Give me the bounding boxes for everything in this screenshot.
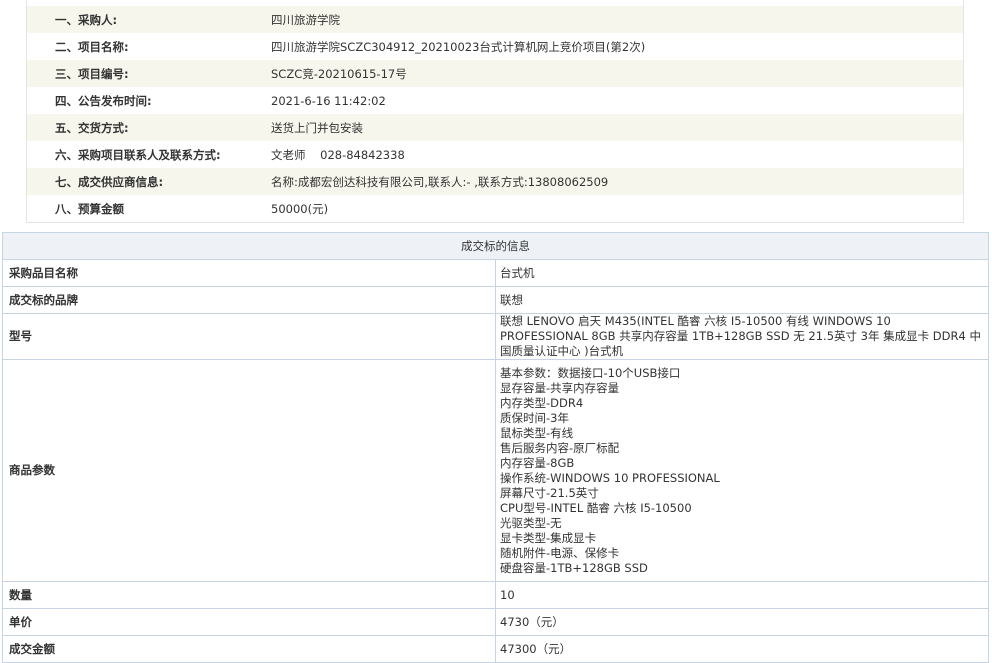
item-name-label: 采购品目名称 (2, 259, 496, 287)
announcement-info-block: 一、采购人: 四川旅游学院 二、项目名称: 四川旅游学院SCZC304912_2… (26, 0, 964, 223)
info-label: 五、交货方式: (55, 120, 129, 135)
param-line: 内存容量-8GB (500, 455, 575, 470)
param-line: 基本参数：数据接口-10个USB接口 (500, 365, 681, 380)
quantity-value: 10 (495, 581, 989, 609)
param-line: 光驱类型-无 (500, 515, 562, 530)
model-label: 型号 (2, 313, 496, 360)
info-value: 文老师 028-84842338 (271, 147, 405, 162)
unit-price-label: 单价 (2, 608, 496, 636)
table-row-total: 成交金额 47300（元） (2, 635, 989, 663)
param-line: 内存类型-DDR4 (500, 395, 584, 410)
info-value: 四川旅游学院SCZC304912_20210023台式计算机网上竞价项目(第2次… (271, 39, 646, 54)
param-line: CPU型号-INTEL 酷睿 六核 I5-10500 (500, 500, 692, 515)
table-row-params: 商品参数 基本参数：数据接口-10个USB接口 显存容量-共享内存容量 内存类型… (2, 359, 989, 582)
info-label: 三、项目编号: (55, 66, 129, 81)
total-amount-label: 成交金额 (2, 635, 496, 663)
table-caption: 成交标的信息 (2, 232, 989, 260)
table-row-unit-price: 单价 4730（元） (2, 608, 989, 636)
info-label: 四、公告发布时间: (55, 93, 152, 108)
model-value: 联想 LENOVO 启天 M435(INTEL 酷睿 六核 I5-10500 有… (495, 313, 989, 360)
table-row-quantity: 数量 10 (2, 581, 989, 609)
info-row-delivery-method: 五、交货方式: 送货上门并包安装 (27, 114, 963, 141)
brand-value: 联想 (495, 286, 989, 314)
param-line: 鼠标类型-有线 (500, 425, 574, 440)
info-row-purchaser: 一、采购人: 四川旅游学院 (27, 6, 963, 33)
info-value: 送货上门并包安装 (271, 120, 363, 135)
param-line: 显卡类型-集成显卡 (500, 530, 597, 545)
param-line: 显存容量-共享内存容量 (500, 380, 620, 395)
table-caption-row: 成交标的信息 (2, 232, 989, 260)
info-row-publish-time: 四、公告发布时间: 2021-6-16 11:42:02 (27, 87, 963, 114)
param-line: 质保时间-3年 (500, 410, 569, 425)
item-name-value: 台式机 (495, 259, 989, 287)
info-row-budget: 八、预算金额 50000(元) (27, 195, 963, 222)
info-value: 名称:成都宏创达科技有限公司,联系人:- ,联系方式:13808062509 (271, 174, 609, 189)
info-label: 一、采购人: (55, 12, 118, 27)
info-row-supplier: 七、成交供应商信息: 名称:成都宏创达科技有限公司,联系人:- ,联系方式:13… (27, 168, 963, 195)
table-row-model: 型号 联想 LENOVO 启天 M435(INTEL 酷睿 六核 I5-1050… (2, 313, 989, 360)
params-value: 基本参数：数据接口-10个USB接口 显存容量-共享内存容量 内存类型-DDR4… (495, 359, 989, 582)
info-label: 七、成交供应商信息: (55, 174, 164, 189)
info-label: 八、预算金额 (55, 201, 124, 216)
info-value: 50000(元) (271, 201, 329, 216)
info-row-project-number: 三、项目编号: SCZC竞-20210615-17号 (27, 60, 963, 87)
param-line: 随机附件-电源、保修卡 (500, 545, 620, 560)
quantity-label: 数量 (2, 581, 496, 609)
info-label: 二、项目名称: (55, 39, 129, 54)
params-label: 商品参数 (2, 359, 496, 582)
param-line: 屏幕尺寸-21.5英寸 (500, 485, 599, 500)
deal-subject-table: 成交标的信息 采购品目名称 台式机 成交标的品牌 联想 型号 联想 LENOVO… (2, 232, 989, 663)
info-row-project-name: 二、项目名称: 四川旅游学院SCZC304912_20210023台式计算机网上… (27, 33, 963, 60)
info-row-contact: 六、采购项目联系人及联系方式: 文老师 028-84842338 (27, 141, 963, 168)
info-value: 四川旅游学院 (271, 12, 340, 27)
param-line: 硬盘容量-1TB+128GB SSD (500, 560, 648, 575)
table-row-item-name: 采购品目名称 台式机 (2, 259, 989, 287)
info-value: 2021-6-16 11:42:02 (271, 93, 386, 108)
total-amount-value: 47300（元） (495, 635, 989, 663)
table-row-brand: 成交标的品牌 联想 (2, 286, 989, 314)
info-value: SCZC竞-20210615-17号 (271, 66, 407, 81)
unit-price-value: 4730（元） (495, 608, 989, 636)
param-line: 售后服务内容-原厂标配 (500, 440, 620, 455)
param-line: 操作系统-WINDOWS 10 PROFESSIONAL (500, 470, 720, 485)
brand-label: 成交标的品牌 (2, 286, 496, 314)
info-label: 六、采购项目联系人及联系方式: (55, 147, 221, 162)
